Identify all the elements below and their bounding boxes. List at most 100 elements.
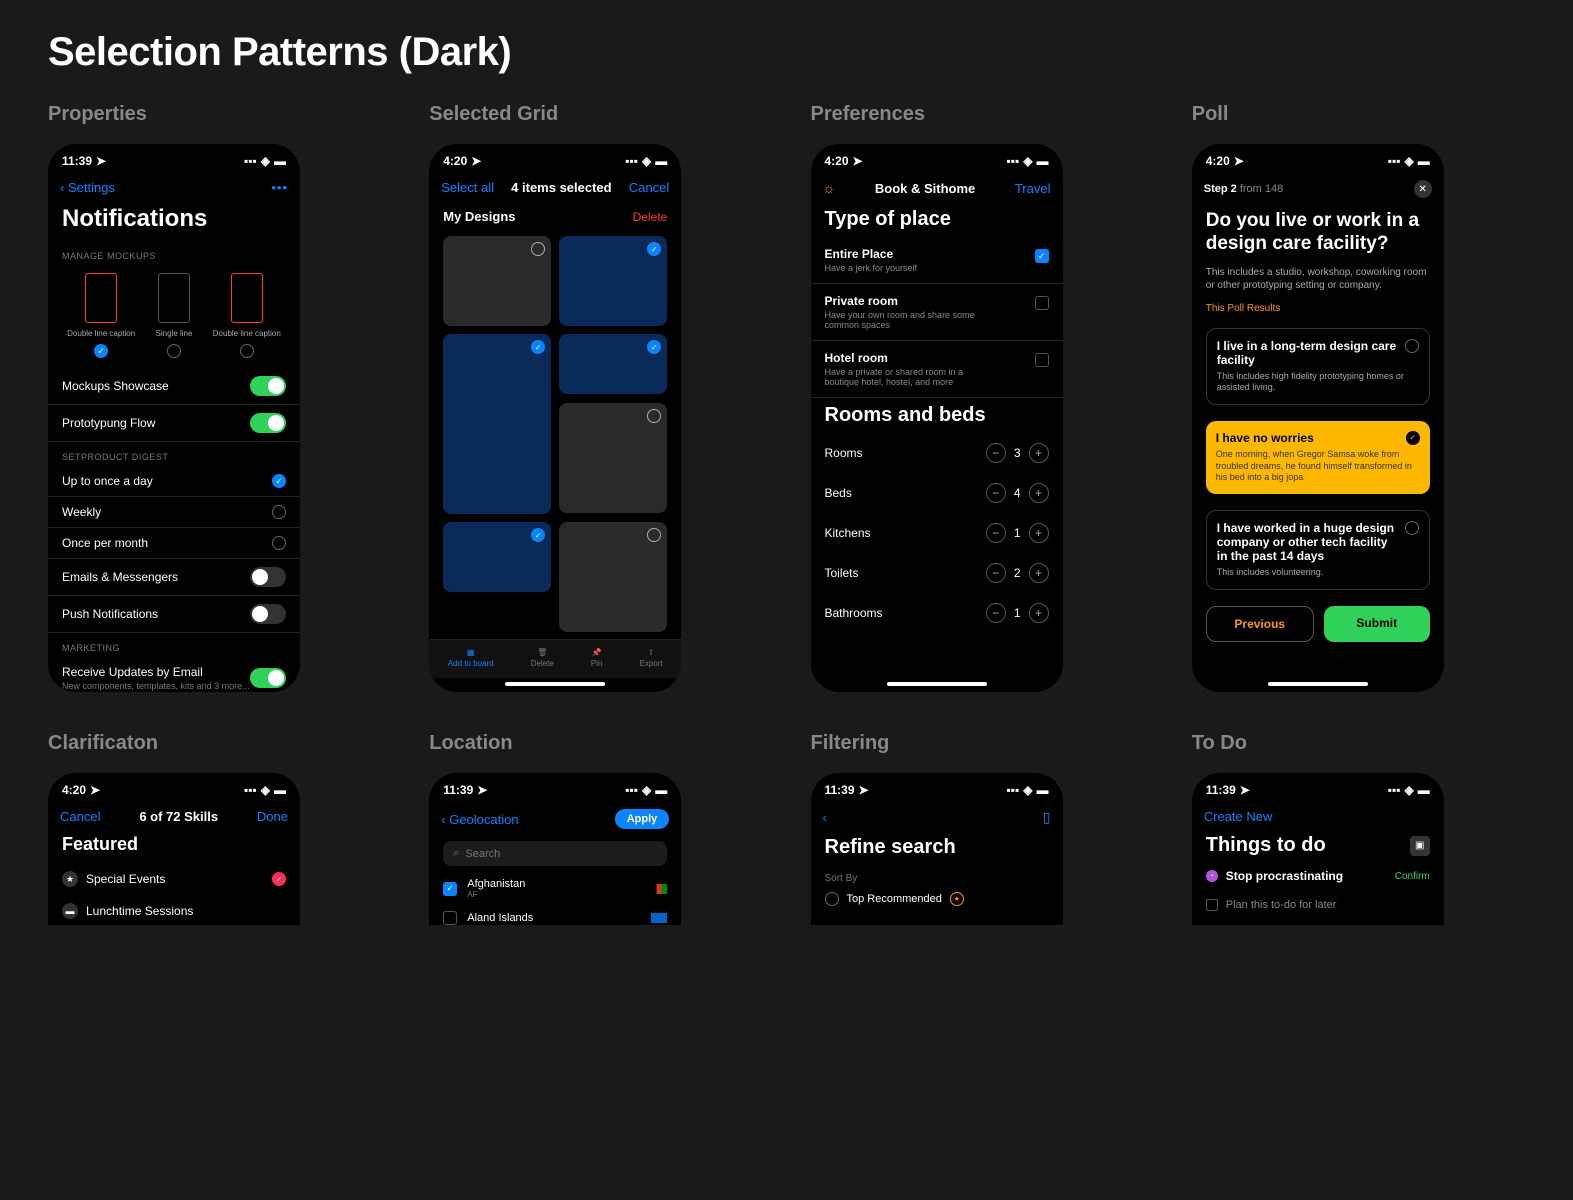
tab-delete[interactable]: 🗑Delete — [531, 648, 554, 668]
cancel-button[interactable]: Cancel — [60, 809, 100, 824]
subheader-mockups: MANAGE MOCKUPS — [48, 241, 300, 265]
cancel-button[interactable]: Cancel — [629, 180, 669, 195]
back-button[interactable]: ‹ Settings — [60, 180, 115, 195]
stepper-value: 4 — [1014, 486, 1021, 500]
more-icon[interactable]: ••• — [271, 180, 288, 195]
wifi-icon: ◈ — [1023, 783, 1032, 797]
submit-button[interactable]: Submit — [1324, 606, 1430, 642]
sort-by-label: Sort By — [811, 867, 1063, 886]
checkbox-row[interactable]: Hotel roomHave a private or shared room … — [811, 341, 1063, 398]
minus-button[interactable]: − — [986, 603, 1006, 623]
sun-icon[interactable]: ☼ — [823, 180, 836, 196]
plus-button[interactable]: + — [1029, 563, 1049, 583]
close-button[interactable]: ✕ — [1414, 180, 1432, 198]
todo-item[interactable]: ◔Stop procrastinatingConfirm — [1192, 861, 1444, 891]
status-time: 11:39 — [825, 783, 855, 797]
travel-button[interactable]: Travel — [1015, 181, 1051, 196]
battery-icon: ▬ — [1418, 783, 1430, 797]
radio-row[interactable]: Once per month — [48, 528, 300, 559]
stepper-row: Beds−4+ — [811, 473, 1063, 513]
poll-option[interactable]: I have no worriesOne morning, when Grego… — [1206, 421, 1430, 494]
grid-tile[interactable] — [443, 236, 551, 326]
home-indicator — [505, 682, 605, 686]
phone-clarification: 4:20 ➤ ▪▪▪ ◈ ▬ Cancel 6 of 72 Skills Don… — [48, 773, 300, 925]
location-icon: ➤ — [471, 154, 481, 168]
minus-button[interactable]: − — [986, 563, 1006, 583]
radio-row[interactable]: Weekly — [48, 497, 300, 528]
tab-pin[interactable]: 📌Pin — [591, 648, 603, 668]
country-row[interactable]: Aland Islands — [429, 905, 681, 925]
bookmark-icon[interactable]: ▯ — [1043, 809, 1051, 826]
search-input[interactable]: ⌕Search — [443, 841, 667, 866]
list-item[interactable]: ★Special Events✓ — [48, 863, 300, 895]
mockup-option[interactable]: Double line caption — [213, 273, 281, 358]
checkbox-unchecked-icon — [1035, 296, 1049, 310]
toggle[interactable] — [250, 376, 286, 396]
toggle[interactable] — [250, 567, 286, 587]
tab-add-to-board[interactable]: ▦Add to board — [448, 648, 494, 668]
grid-tile[interactable]: ✓ — [559, 334, 667, 394]
plus-button[interactable]: + — [1029, 443, 1049, 463]
toggle[interactable] — [250, 604, 286, 624]
section-title-preferences: Preferences — [811, 103, 1144, 126]
radio-checked-icon: ✓ — [272, 474, 286, 488]
grid-tile[interactable]: ✓ — [559, 236, 667, 326]
grid-tile[interactable] — [559, 522, 667, 632]
back-button[interactable]: ‹ Geolocation — [441, 812, 518, 827]
home-indicator — [1268, 682, 1368, 686]
grid-tile[interactable] — [559, 403, 667, 513]
done-button[interactable]: Done — [257, 809, 288, 824]
poll-option[interactable]: I have worked in a huge design company o… — [1206, 510, 1430, 590]
grid-tile[interactable]: ✓ — [443, 522, 551, 592]
create-new-button[interactable]: Create New — [1204, 809, 1273, 824]
flag-icon — [651, 884, 667, 894]
checkbox-row[interactable]: Entire PlaceHave a jerk for yourself✓ — [811, 237, 1063, 284]
wifi-icon: ◈ — [642, 154, 651, 168]
phone-properties: 11:39 ➤ ▪▪▪ ◈ ▬ ‹ Settings ••• Notificat… — [48, 144, 300, 692]
delete-button[interactable]: Delete — [633, 210, 668, 224]
radio-row[interactable]: Up to once a day✓ — [48, 466, 300, 497]
minus-button[interactable]: − — [986, 483, 1006, 503]
radio-unchecked-icon — [240, 344, 254, 358]
confirm-button[interactable]: Confirm — [1395, 871, 1430, 882]
toggle[interactable] — [250, 413, 286, 433]
pin-icon: 📌 — [592, 648, 602, 657]
plus-button[interactable]: + — [1029, 523, 1049, 543]
screen-title: Notifications — [48, 201, 300, 241]
archive-icon[interactable]: ▣ — [1410, 836, 1430, 856]
apply-button[interactable]: Apply — [615, 809, 670, 829]
star-badge-icon: ★ — [950, 892, 964, 906]
todo-subitem[interactable]: Plan this to-do for later — [1192, 891, 1444, 919]
country-row[interactable]: ✓AfghanistanAF — [429, 872, 681, 905]
radio-checked-icon: ✓ — [1406, 431, 1420, 445]
grid-tile[interactable]: ✓ — [443, 334, 551, 514]
mockup-option[interactable]: Double line caption✓ — [67, 273, 135, 358]
checkbox-row[interactable]: Private roomHave your own room and share… — [811, 284, 1063, 341]
status-time: 4:20 — [1206, 154, 1230, 168]
checkbox-unchecked-icon — [1206, 899, 1218, 911]
toggle-row: Prototypung Flow — [48, 405, 300, 442]
nav-title: 4 items selected — [511, 180, 611, 195]
back-button[interactable]: ‹ — [823, 810, 827, 825]
export-icon: ⇪ — [648, 648, 655, 657]
plus-button[interactable]: + — [1029, 603, 1049, 623]
subheader-digest: SETPRODUCT DIGEST — [48, 442, 300, 466]
minus-button[interactable]: − — [986, 443, 1006, 463]
mockup-option[interactable]: Single line — [156, 273, 193, 358]
sort-option[interactable]: Top Recommended★ — [811, 886, 1063, 912]
previous-button[interactable]: Previous — [1206, 606, 1314, 642]
section-title-grid: Selected Grid — [429, 103, 762, 126]
poll-option[interactable]: I live in a long-term design care facili… — [1206, 328, 1430, 405]
location-icon: ➤ — [859, 783, 869, 797]
minus-button[interactable]: − — [986, 523, 1006, 543]
results-link[interactable]: This Poll Results — [1192, 297, 1444, 320]
tab-export[interactable]: ⇪Export — [640, 648, 663, 668]
list-item[interactable]: ▬Lunchtime Sessions — [48, 895, 300, 925]
stepper-row: Rooms−3+ — [811, 433, 1063, 473]
wifi-icon: ◈ — [1405, 783, 1414, 797]
select-all-button[interactable]: Select all — [441, 180, 494, 195]
toggle[interactable] — [250, 668, 286, 688]
select-unchecked-icon — [647, 409, 661, 423]
plus-button[interactable]: + — [1029, 483, 1049, 503]
section-title-poll: Poll — [1192, 103, 1525, 126]
